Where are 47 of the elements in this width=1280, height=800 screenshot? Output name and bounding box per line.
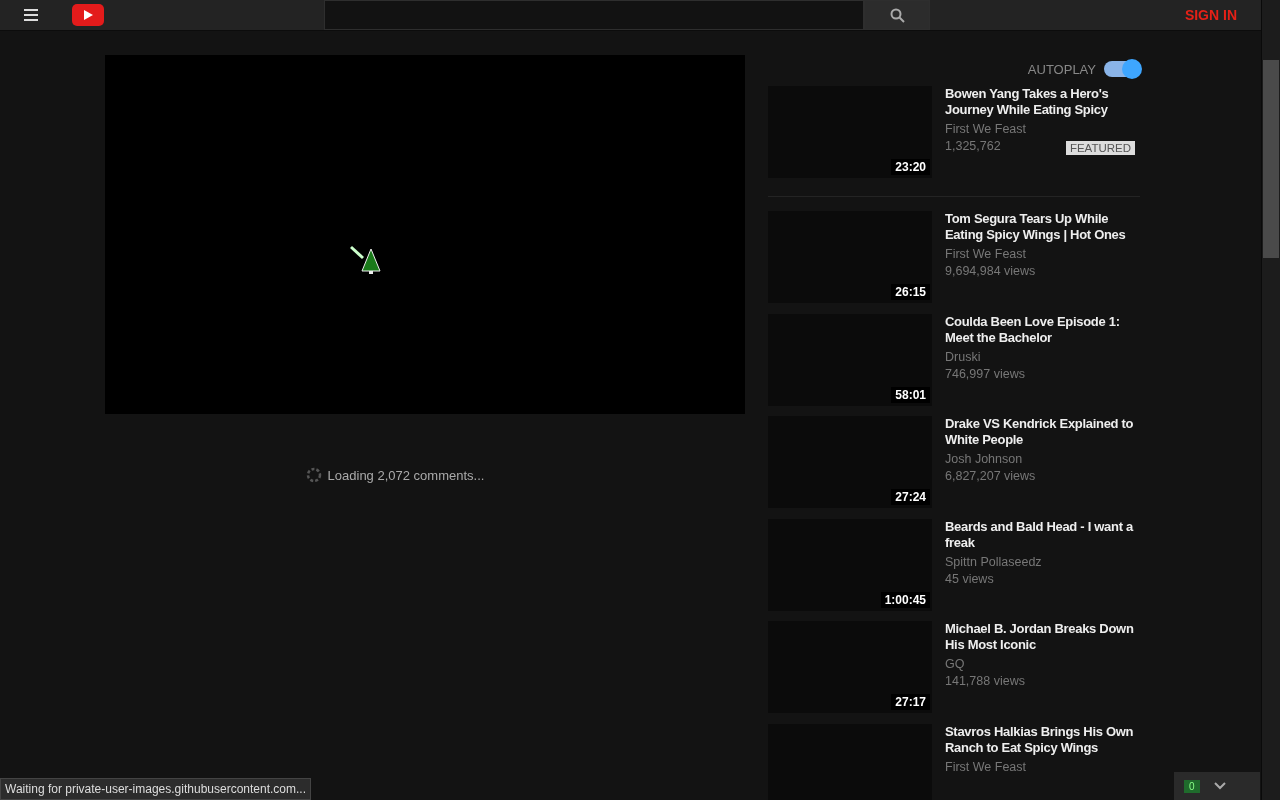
- tree-cursor-icon: [349, 245, 383, 275]
- video-thumbnail[interactable]: 27:17: [768, 621, 932, 713]
- loading-text: Loading 2,072 comments...: [327, 467, 485, 483]
- search-field[interactable]: [324, 0, 864, 30]
- view-count: 746,997 views: [945, 366, 1025, 381]
- view-count: 6,827,207 views: [945, 469, 1036, 483]
- view-count: 45 views: [945, 571, 994, 586]
- video-title[interactable]: Coulda Been Love Episode 1: Meet the Bachelor: [945, 313, 1140, 346]
- view-count: 9,694,984 views: [945, 264, 1036, 278]
- scrollbar[interactable]: [1261, 0, 1280, 800]
- search-icon: [889, 7, 905, 23]
- duration-label: 26:15: [891, 284, 930, 300]
- video-title[interactable]: Drake VS Kendrick Explained to White People: [945, 416, 1140, 448]
- channel-name: Spittn Pollaseedz: [945, 554, 1042, 569]
- duration-label: 58:01: [891, 386, 930, 403]
- featured-badge: FEATURED: [1065, 141, 1135, 155]
- channel-name: Druski: [945, 349, 981, 364]
- duration-label: 27:17: [891, 694, 930, 710]
- view-count: 141,788 views: [945, 674, 1025, 688]
- spinner-icon: [305, 467, 322, 483]
- video-title[interactable]: Bowen Yang Takes a Hero's Journey While Eating Spicy: [945, 86, 1140, 118]
- channel-name: GQ: [945, 657, 965, 671]
- video-thumbnail[interactable]: 23:20: [768, 86, 932, 178]
- video-title[interactable]: Beards and Bald Head - I want a freak: [945, 518, 1140, 551]
- autoplay-label: AUTOPLAY: [1027, 61, 1096, 77]
- channel-name: First We Feast: [945, 759, 1027, 774]
- count-badge: 0: [1184, 779, 1200, 793]
- duration-label: 27:24: [891, 489, 930, 505]
- video-thumbnail[interactable]: 27:24: [768, 416, 932, 508]
- duration-label: 1:00:45: [880, 591, 930, 608]
- chevron-down-icon[interactable]: [1213, 782, 1226, 790]
- menu-icon[interactable]: [24, 9, 38, 21]
- view-count: 1,325,762: [945, 139, 1001, 153]
- channel-name: First We Feast: [945, 247, 1027, 261]
- status-bar: Waiting for private-user-images.githubusercontent.com...: [0, 778, 312, 800]
- video-title[interactable]: Michael B. Jordan Breaks Down His Most Iconic: [945, 621, 1140, 653]
- search-button[interactable]: [864, 0, 930, 30]
- logo-icon[interactable]: [72, 4, 104, 26]
- channel-name: First We Feast: [945, 122, 1027, 136]
- autoplay-toggle[interactable]: [1104, 61, 1140, 77]
- video-title[interactable]: Stavros Halkias Brings His Own Ranch to Eat Spicy Wings: [945, 723, 1140, 756]
- video-thumbnail[interactable]: 26:15: [768, 211, 932, 303]
- duration-label: 23:20: [891, 159, 930, 175]
- video-thumbnail[interactable]: 58:01: [768, 313, 932, 406]
- video-title[interactable]: Tom Segura Tears Up While Eating Spicy Wings | Hot Ones: [945, 211, 1140, 243]
- video-thumbnail[interactable]: 1:00:45: [768, 518, 932, 611]
- channel-name: Josh Johnson: [945, 452, 1023, 466]
